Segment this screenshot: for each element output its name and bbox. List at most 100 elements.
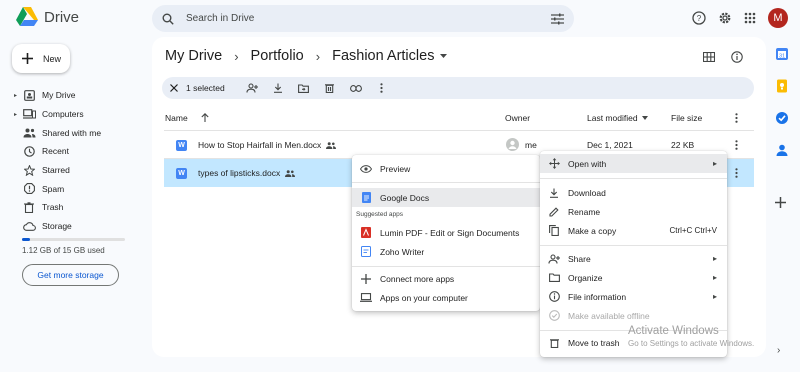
add-addon-plus-icon[interactable] (775, 197, 786, 208)
account-avatar[interactable]: M (768, 8, 788, 28)
submenu-arrow-icon: ▸ (712, 292, 717, 301)
menu-item-make-a-copy[interactable]: Make a copy Ctrl+C Ctrl+V (540, 221, 727, 240)
sidebar-item-label: Trash (42, 202, 64, 213)
search-options-icon[interactable] (551, 13, 564, 25)
menu-item-organize[interactable]: Organize ▸ (540, 268, 727, 287)
column-options-more-icon[interactable] (735, 113, 738, 123)
storage-meter-fill (22, 238, 30, 241)
file-size: 22 KB (671, 140, 695, 150)
search-bar[interactable]: Search in Drive (152, 5, 574, 32)
clock-icon (22, 145, 36, 157)
sidebar-item-my-drive[interactable]: ▸ My Drive (14, 86, 150, 105)
sidebar-item-label: Storage (42, 221, 72, 232)
sidebar-item-computers[interactable]: ▸ Computers (14, 105, 150, 124)
menu-item-file-information[interactable]: File information ▸ (540, 287, 727, 306)
sidebar-item-starred[interactable]: Starred (14, 161, 150, 180)
help-icon[interactable]: ? (691, 10, 707, 26)
offline-check-icon (548, 310, 560, 322)
menu-item-lumin-pdf[interactable]: Lumin PDF - Edit or Sign Documents (352, 223, 540, 242)
menu-item-label: Download (568, 187, 606, 198)
sidebar-item-label: Recent (42, 146, 69, 157)
menu-item-label: Share (568, 253, 591, 264)
trash-icon (22, 201, 36, 213)
sidebar-item-storage[interactable]: Storage (14, 217, 150, 236)
pencil-edit-icon (548, 206, 560, 218)
breadcrumb-portfolio[interactable]: Portfolio (251, 48, 304, 64)
expand-side-panel-chevron-icon[interactable]: › (777, 345, 780, 356)
dropdown-arrow-icon[interactable] (440, 54, 448, 58)
submenu-arrow-icon: ▸ (712, 254, 717, 263)
trash-icon (548, 337, 560, 349)
sort-arrow-up-icon[interactable] (201, 113, 209, 122)
expand-caret-icon[interactable]: ▸ (14, 111, 22, 118)
download-icon[interactable] (265, 83, 291, 93)
apps-grid-icon[interactable] (742, 10, 758, 26)
menu-item-zoho-writer[interactable]: Zoho Writer (352, 242, 540, 261)
menu-item-google-docs[interactable]: Google Docs (352, 188, 540, 207)
copy-link-icon[interactable] (343, 84, 369, 92)
new-button[interactable]: New (12, 44, 70, 73)
sidebar-item-trash[interactable]: Trash (14, 198, 150, 217)
sort-down-arrow-icon (641, 116, 648, 120)
open-with-move-icon (548, 158, 560, 170)
word-doc-icon: W (176, 167, 187, 179)
app-name: Drive (44, 8, 80, 26)
menu-item-label: Preview (380, 163, 411, 174)
menu-item-label: Organize (568, 272, 603, 283)
row-more-icon[interactable] (735, 168, 738, 178)
menu-item-apps-on-computer[interactable]: Apps on your computer (352, 288, 540, 307)
menu-item-label: Lumin PDF - Edit or Sign Documents (380, 227, 520, 238)
copy-icon (548, 225, 560, 237)
menu-item-share[interactable]: Share ▸ (540, 249, 727, 268)
menu-divider (540, 245, 727, 246)
submenu-arrow-icon: ▸ (712, 273, 717, 282)
tasks-icon[interactable] (775, 111, 789, 125)
menu-item-preview[interactable]: Preview (352, 159, 540, 178)
search-icon[interactable] (162, 13, 174, 25)
keep-notes-icon[interactable] (775, 79, 789, 93)
more-actions-icon[interactable] (369, 83, 395, 93)
settings-gear-icon[interactable] (717, 10, 733, 26)
star-icon (22, 164, 36, 176)
menu-item-rename[interactable]: Rename (540, 202, 727, 221)
menu-item-connect-more-apps[interactable]: Connect more apps (352, 269, 540, 288)
move-to-folder-icon[interactable] (291, 83, 317, 93)
column-header-last-modified[interactable]: Last modified (587, 113, 648, 123)
people-icon (22, 127, 36, 139)
trash-icon[interactable] (317, 83, 343, 93)
menu-item-label: Open with (568, 158, 607, 169)
column-header-name[interactable]: Name (165, 113, 188, 123)
breadcrumb-my-drive[interactable]: My Drive (165, 48, 222, 64)
menu-item-download[interactable]: Download (540, 183, 727, 202)
info-icon[interactable] (731, 51, 743, 63)
contacts-icon[interactable] (775, 143, 789, 157)
expand-caret-icon[interactable]: ▸ (14, 92, 22, 99)
sidebar-item-recent[interactable]: Recent (14, 142, 150, 161)
clear-selection-close-icon[interactable] (170, 84, 178, 92)
column-header-file-size[interactable]: File size (671, 113, 702, 123)
open-with-submenu: Preview Google Docs Suggested apps Lumin… (352, 155, 540, 311)
calendar-icon[interactable]: 31 (775, 47, 789, 61)
drive-logo[interactable]: Drive (16, 7, 79, 27)
chevron-right-icon: › (234, 48, 239, 64)
grid-view-icon[interactable] (703, 52, 715, 62)
submenu-arrow-icon: ▸ (712, 159, 717, 168)
eye-icon (360, 163, 372, 175)
zoho-writer-icon (360, 246, 372, 258)
sidebar-item-shared-with-me[interactable]: Shared with me (14, 123, 150, 142)
breadcrumb-fashion-articles[interactable]: Fashion Articles (332, 48, 434, 64)
drive-logo-icon (16, 7, 38, 26)
menu-item-open-with[interactable]: Open with ▸ (540, 154, 727, 173)
sidebar-item-spam[interactable]: Spam (14, 179, 150, 198)
selection-count: 1 selected (186, 83, 225, 93)
row-more-icon[interactable] (735, 140, 738, 150)
column-header-owner[interactable]: Owner (505, 113, 530, 123)
share-person-add-icon[interactable] (239, 83, 265, 93)
keyboard-shortcut: Ctrl+C Ctrl+V (669, 226, 717, 235)
get-more-storage-button[interactable]: Get more storage (22, 264, 119, 286)
owner-avatar-icon (506, 138, 519, 151)
search-input[interactable]: Search in Drive (186, 13, 551, 24)
storage-meter (22, 238, 125, 241)
menu-item-label: Google Docs (380, 192, 430, 203)
suggested-apps-heading: Suggested apps (356, 211, 403, 218)
